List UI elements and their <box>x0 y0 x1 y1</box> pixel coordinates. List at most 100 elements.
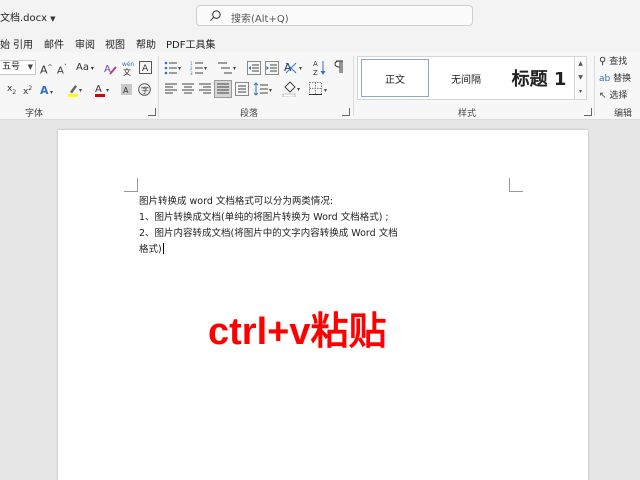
styles-group-label: 样式 <box>458 109 477 119</box>
change-case-button[interactable]: Aa ▾ <box>76 61 94 76</box>
subscript-button[interactable]: x2 <box>7 82 16 100</box>
gallery-scroll[interactable]: ▲ ▼ ▾ <box>574 57 586 99</box>
svg-text:字: 字 <box>141 85 149 95</box>
svg-text:▾: ▾ <box>297 86 300 93</box>
font-group-label: 字体 <box>25 109 44 119</box>
enclose-characters-icon[interactable]: 字 <box>138 83 151 96</box>
svg-text:▾: ▾ <box>324 87 327 94</box>
line-spacing-icon[interactable]: ▾ <box>253 82 275 96</box>
chevron-down-icon: ▼ <box>27 63 33 71</box>
style-heading-1[interactable]: 标题 1 <box>503 59 575 97</box>
decrease-indent-icon[interactable] <box>247 61 261 75</box>
numbering-icon[interactable]: 123 ▾ <box>190 61 210 75</box>
ribbon-separator <box>594 56 595 116</box>
svg-text:Z: Z <box>313 69 318 77</box>
clear-formatting-icon[interactable]: A <box>103 62 117 75</box>
tab-view[interactable]: 视图 <box>105 36 125 51</box>
tab-mailings[interactable]: 邮件 <box>44 36 64 51</box>
bullets-icon[interactable]: ▾ <box>164 61 184 75</box>
svg-text:wén: wén <box>122 61 134 68</box>
svg-text:▾: ▾ <box>178 65 181 72</box>
superscript-button[interactable]: x2 <box>23 82 32 99</box>
svg-text:▾: ▾ <box>269 87 272 94</box>
select-button[interactable]: ↖ 选择 <box>599 89 627 103</box>
chevron-down-icon[interactable]: ▼ <box>575 71 586 85</box>
svg-text:A: A <box>313 60 318 68</box>
distributed-icon[interactable] <box>235 82 249 96</box>
replace-icon: ab <box>599 74 611 84</box>
tab-help[interactable]: 帮助 <box>136 36 156 51</box>
show-formatting-marks-icon[interactable] <box>332 60 346 74</box>
style-normal-label: 正文 <box>385 74 405 86</box>
document-line: 图片转换成 word 文档格式可以分为两类情况: <box>139 196 334 207</box>
document-name: 文档.docx <box>0 13 48 24</box>
change-case-label: Aa <box>76 62 89 73</box>
replace-label: 替换 <box>613 74 632 84</box>
document-line-last: 格式) <box>139 241 164 255</box>
font-size-dropdown[interactable]: 五号 ▼ <box>0 60 36 75</box>
highlighter-icon[interactable]: ▾ <box>67 83 85 97</box>
ribbon-separator <box>353 56 354 116</box>
select-label: 选择 <box>609 91 628 101</box>
font-size-value: 五号 <box>2 62 21 72</box>
svg-text:A: A <box>123 86 129 95</box>
document-page[interactable]: 图片转换成 word 文档格式可以分为两类情况: 1、图片转换成文档(单纯的将图… <box>58 130 588 480</box>
find-label: 查找 <box>609 57 628 67</box>
svg-text:A: A <box>40 84 49 96</box>
chinese-layout-icon[interactable]: A ▾ <box>284 60 306 75</box>
editing-group-label: 编辑 <box>614 109 633 119</box>
document-line: 1、图片转换成文档(单纯的将图片转换为 Word 文档格式) ; <box>139 212 389 223</box>
document-name-button[interactable]: 文档.docx ▼ <box>0 9 55 24</box>
svg-text:▾: ▾ <box>50 89 53 96</box>
character-border-icon[interactable]: A <box>139 61 152 74</box>
shrink-font-button[interactable]: Aˇ <box>57 61 67 78</box>
margin-corner-mark <box>509 178 523 192</box>
style-no-spacing[interactable]: 无间隔 <box>432 59 500 97</box>
paragraph-dialog-launcher-icon[interactable] <box>342 108 350 116</box>
document-line: 格式) <box>139 244 162 255</box>
font-dialog-launcher-icon[interactable] <box>148 108 156 116</box>
search-box[interactable]: 搜索(Alt+Q) <box>196 5 473 26</box>
search-placeholder: 搜索(Alt+Q) <box>231 14 289 25</box>
tab-review[interactable]: 审阅 <box>75 36 95 51</box>
search-icon <box>209 10 221 22</box>
find-button[interactable]: ⚲ 查找 <box>599 55 627 69</box>
styles-dialog-launcher-icon[interactable] <box>584 108 592 116</box>
styles-gallery: 正文 无间隔 标题 1 ▲ ▼ ▾ <box>357 56 587 100</box>
align-left-icon[interactable] <box>165 83 177 95</box>
svg-text:▾: ▾ <box>233 65 236 72</box>
sort-icon[interactable]: A Z <box>313 59 327 77</box>
more-styles-icon[interactable]: ▾ <box>575 85 586 99</box>
document-area: 图片转换成 word 文档格式可以分为两类情况: 1、图片转换成文档(单纯的将图… <box>0 121 640 480</box>
select-arrow-icon: ↖ <box>599 91 607 101</box>
shading-icon[interactable]: ▾ <box>282 81 304 97</box>
tab-pdf-tools[interactable]: PDF工具集 <box>166 36 215 51</box>
replace-button[interactable]: ab 替换 <box>599 72 631 86</box>
phonetic-guide-icon[interactable]: wén 文 <box>120 60 134 76</box>
text-cursor <box>162 243 164 254</box>
margin-corner-mark <box>124 178 138 192</box>
style-no-spacing-label: 无间隔 <box>451 74 481 86</box>
shrink-font-label: A <box>57 65 64 77</box>
search-icon: ⚲ <box>599 56 607 67</box>
chevron-up-icon[interactable]: ▲ <box>575 57 586 71</box>
multilevel-list-icon[interactable]: ▾ <box>217 61 239 75</box>
align-right-icon[interactable] <box>199 83 211 95</box>
font-color-icon[interactable]: A ▾ <box>94 83 112 97</box>
style-heading-1-label: 标题 1 <box>511 69 567 90</box>
document-line: 2、图片内容转成文档(将图片中的文字内容转换成 Word 文档 <box>139 228 398 239</box>
grow-font-button[interactable]: A^ <box>40 61 53 78</box>
svg-text:▾: ▾ <box>299 65 302 72</box>
tab-references[interactable]: 引用 <box>13 36 33 51</box>
borders-icon[interactable]: ▾ <box>309 82 331 96</box>
style-normal[interactable]: 正文 <box>361 59 429 97</box>
tab-home[interactable]: 始 <box>0 36 10 51</box>
character-shading-icon[interactable]: A <box>121 84 132 95</box>
menu-bar: 始 引用 邮件 审阅 视图 帮助 PDF工具集 <box>0 32 640 52</box>
overlay-caption: ctrl+v粘贴 <box>208 311 387 353</box>
text-effects-icon[interactable]: A ▾ <box>40 83 56 96</box>
align-center-icon[interactable] <box>182 83 194 95</box>
justify-icon[interactable] <box>214 80 232 98</box>
increase-indent-icon[interactable] <box>265 61 279 75</box>
ribbon-separator <box>158 56 159 116</box>
